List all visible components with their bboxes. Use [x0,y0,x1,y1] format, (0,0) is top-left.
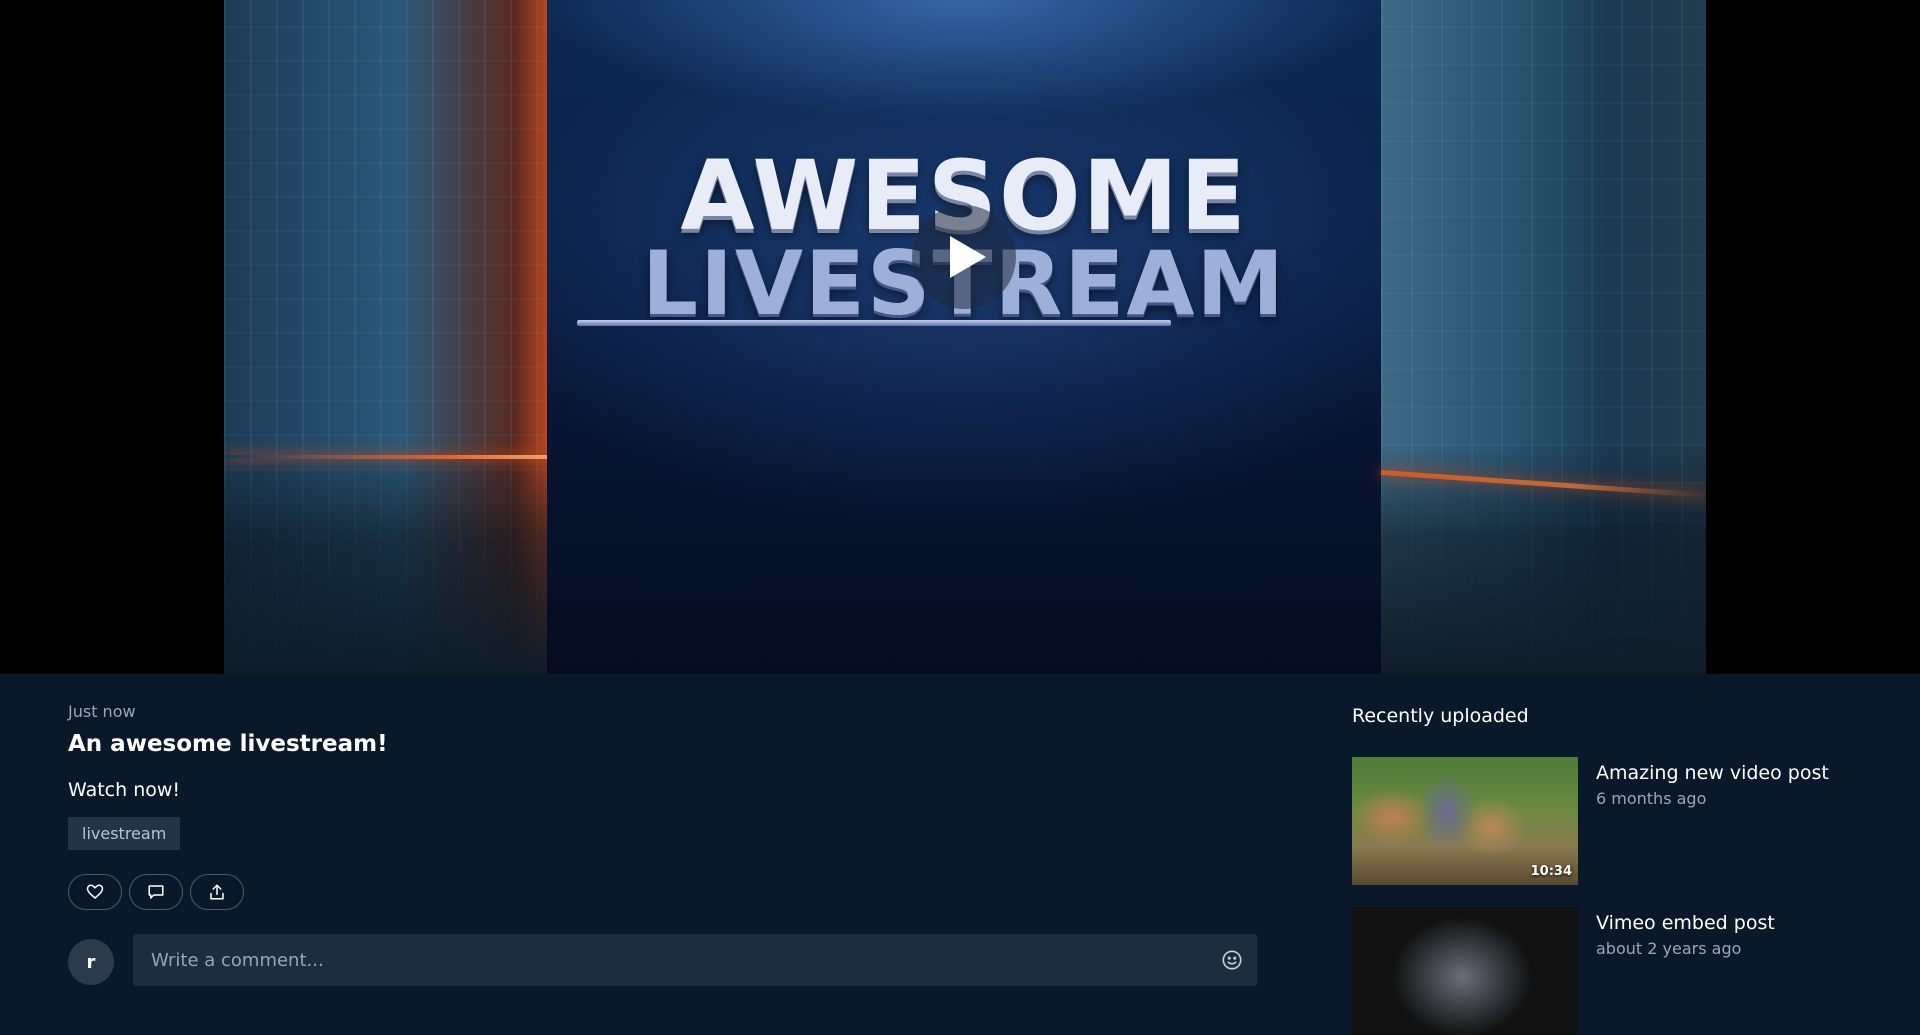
video-thumbnail-center: AWESOME LIVESTREAM [547,0,1381,674]
video-thumbnail[interactable]: 10:34 [1352,757,1578,885]
tag-livestream[interactable]: livestream [68,817,181,850]
post-description: Watch now! [68,779,181,801]
share-button[interactable] [190,874,244,910]
comment-box[interactable] [133,934,1257,986]
post-timestamp: Just now [68,702,136,721]
decorative-glow-line [224,455,547,459]
video-thumbnail-right-panel [1380,0,1706,674]
comment-input[interactable] [149,934,1189,986]
decorative-glow-line [1380,470,1706,498]
video-title-underline [577,320,1171,326]
video-card[interactable]: Vimeo embed post about 2 years ago [1352,907,1852,1035]
like-button[interactable] [68,874,122,910]
post-content-area: Just now An awesome livestream! Watch no… [0,674,1920,1035]
video-card[interactable]: 10:34 Amazing new video post 6 months ag… [1352,757,1852,885]
play-button[interactable] [912,205,1016,309]
heart-icon [86,884,104,899]
video-card-title[interactable]: Amazing new video post [1596,762,1829,784]
video-card-title[interactable]: Vimeo embed post [1596,912,1775,934]
video-thumbnail-left-panel [224,0,547,674]
sidebar-heading: Recently uploaded [1352,705,1529,727]
play-icon [950,236,986,278]
video-thumbnail[interactable] [1352,907,1578,1035]
comment-icon [148,885,164,899]
video-frame[interactable]: AWESOME LIVESTREAM [224,0,1706,674]
post-title: An awesome livestream! [68,731,388,757]
share-icon [210,884,224,900]
video-duration: 10:34 [1530,864,1572,879]
comment-button[interactable] [129,874,183,910]
video-card-time: 6 months ago [1596,789,1707,808]
smiley-icon[interactable] [1221,949,1243,971]
video-card-time: about 2 years ago [1596,939,1742,958]
video-player[interactable]: AWESOME LIVESTREAM [0,0,1920,674]
avatar[interactable]: r [68,939,114,985]
